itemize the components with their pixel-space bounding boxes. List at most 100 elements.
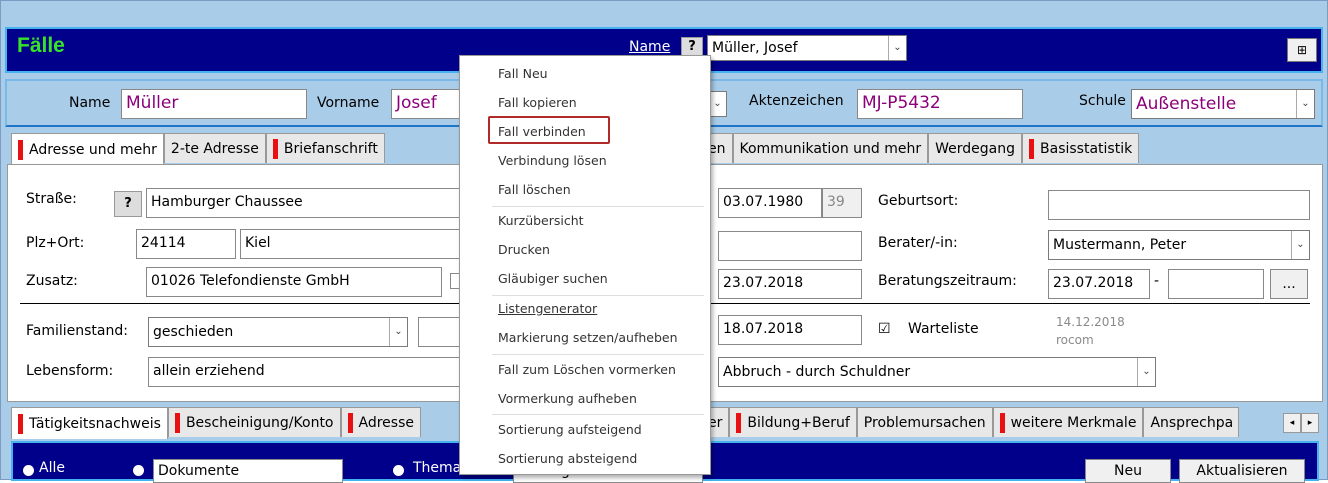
tab-label: Werdegang [935, 140, 1016, 157]
filter-schule-select[interactable]: Außenstelle ⌄ [1131, 89, 1315, 119]
beratungszeitraum-label: Beratungszeitraum: [878, 273, 1017, 289]
strasse-label: Straße: [26, 191, 77, 207]
menu-separator [492, 206, 704, 207]
tab-adresse-und-mehr[interactable]: Adresse und mehr [11, 133, 164, 165]
beratungszeitraum-to-field[interactable] [1168, 269, 1264, 299]
tab-bescheinigung-konto[interactable]: Bescheinigung/Konto [167, 407, 341, 437]
geburtsort-field[interactable] [1048, 190, 1310, 220]
abbruch-select[interactable]: Abbruch - durch Schuldner ⌄ [718, 357, 1156, 387]
header-name-select[interactable]: Müller, Josef ⌄ [707, 35, 907, 61]
radio-alle[interactable] [23, 465, 34, 476]
filter-name-field[interactable]: Müller [121, 89, 307, 119]
highlight-box [488, 116, 610, 144]
menu-item-glaeubiger-suchen[interactable]: Gläubiger suchen [498, 271, 608, 286]
app-window: Fälle Name ? Müller, Josef ⌄ ⊞ Name Müll… [0, 0, 1328, 483]
plz-field[interactable]: 24114 [136, 229, 236, 259]
abbruch-value: Abbruch - durch Schuldner [723, 364, 911, 380]
empty-field[interactable] [718, 231, 862, 261]
tab-label: Kommunikation und mehr [739, 140, 922, 157]
familienstand-select[interactable]: geschieden ⌄ [148, 317, 408, 347]
filter-vorname-dropdown[interactable]: ⌄ [709, 91, 727, 117]
tab-label: Ansprechpa [1150, 414, 1234, 431]
tab-label: weitere Merkmale [1010, 414, 1137, 431]
bottom-tabs-right: er Bildung+Beruf Problemursachen weitere… [701, 407, 1240, 439]
datum-field[interactable]: 23.07.2018 [718, 269, 862, 299]
lebensform-field[interactable]: allein erziehend [148, 357, 466, 387]
scroll-right-icon[interactable]: ▸ [1301, 413, 1319, 433]
tab-problemursachen[interactable]: Problemursachen [856, 407, 993, 437]
chevron-down-icon[interactable]: ⌄ [1137, 358, 1155, 386]
menu-item-fall-loeschen[interactable]: Fall löschen [498, 182, 571, 197]
aktualisieren-button[interactable]: Aktualisieren [1179, 459, 1305, 483]
menu-item-vormerkung-aufheben[interactable]: Vormerkung aufheben [498, 391, 637, 406]
tab-bildung-beruf[interactable]: Bildung+Beruf [729, 407, 857, 437]
menu-item-sortierung-aufsteigend[interactable]: Sortierung aufsteigend [498, 422, 642, 437]
dokumente-select[interactable]: Dokumente [153, 459, 343, 483]
tab-taetigkeitsnachweis[interactable]: Tätigkeitsnachweis [11, 407, 168, 439]
tab-label: Bescheinigung/Konto [185, 414, 334, 431]
berater-label: Berater/-in: [878, 235, 958, 251]
header-name-label: Name [629, 39, 671, 55]
tab-marker [18, 413, 23, 434]
chevron-down-icon[interactable]: ⌄ [888, 36, 906, 60]
filter-aktenzeichen-label: Aktenzeichen [749, 93, 844, 109]
ellipsis-button[interactable]: ... [1270, 269, 1308, 299]
geburtsdatum-field[interactable]: 03.07.1980 [718, 188, 822, 218]
strasse-help-button[interactable]: ? [114, 191, 142, 217]
plz-label: Plz+Ort: [26, 235, 85, 251]
tab-marker [174, 412, 180, 433]
zusatz-field[interactable]: 01026 Telefondienste GmbH [146, 267, 442, 297]
menu-item-verbindung-loesen[interactable]: Verbindung lösen [498, 153, 607, 168]
menu-separator [492, 354, 704, 355]
menu-item-fall-kopieren[interactable]: Fall kopieren [498, 95, 577, 110]
network-icon[interactable]: ⊞ [1287, 38, 1317, 62]
top-tabs-right: en Kommunikation und mehr Werdegang Basi… [701, 133, 1140, 163]
tab-label: Tätigkeitsnachweis [29, 415, 161, 432]
scroll-left-icon[interactable]: ◂ [1283, 413, 1301, 433]
neu-button[interactable]: Neu [1085, 459, 1171, 483]
radio-thema[interactable] [393, 465, 404, 476]
strasse-field[interactable]: Hamburger Chaussee [146, 188, 466, 218]
chevron-down-icon[interactable]: ⌄ [389, 318, 407, 346]
menu-item-markierung[interactable]: Markierung setzen/aufheben [498, 330, 678, 345]
familienstand-value: geschieden [153, 324, 234, 340]
chevron-down-icon[interactable]: ⌄ [1296, 90, 1314, 118]
menu-item-loeschen-vormerken[interactable]: Fall zum Löschen vormerken [498, 362, 676, 377]
menu-item-listengenerator[interactable]: Listengenerator [498, 301, 597, 316]
context-menu: Fall Neu Fall kopieren Fall verbinden Ve… [459, 55, 711, 475]
ort-field[interactable]: Kiel [240, 229, 466, 259]
tab-marker [347, 412, 353, 433]
tab-label: Basisstatistik [1040, 140, 1133, 157]
berater-select[interactable]: Mustermann, Peter ⌄ [1048, 230, 1310, 260]
tab-label: 2-te Adresse [170, 140, 259, 157]
filter-vorname-field[interactable]: Josef [391, 89, 465, 119]
menu-separator [492, 295, 704, 296]
chevron-down-icon[interactable]: ⌄ [710, 92, 726, 116]
top-tabs-left: Adresse und mehr 2-te Adresse Briefansch… [11, 133, 385, 165]
tab-ansprechpartner[interactable]: Ansprechpa [1143, 407, 1240, 437]
filter-aktenzeichen-field[interactable]: MJ-P5432 [857, 89, 1023, 119]
tab-weitere-merkmale[interactable]: weitere Merkmale [992, 407, 1144, 437]
radio-dokumente[interactable] [133, 465, 144, 476]
lebensform-label: Lebensform: [26, 363, 114, 379]
stamp-user: rocom [1056, 333, 1094, 347]
tab-2te-adresse[interactable]: 2-te Adresse [163, 133, 266, 163]
menu-item-fall-neu[interactable]: Fall Neu [498, 66, 548, 81]
tab-briefanschrift[interactable]: Briefanschrift [265, 133, 385, 163]
tab-label: Adresse [358, 414, 414, 431]
tab-kommunikation[interactable]: Kommunikation und mehr [732, 133, 929, 163]
header-help-button[interactable]: ? [681, 37, 703, 57]
filter-schule-label: Schule [1079, 93, 1126, 109]
tab-basisstatistik[interactable]: Basisstatistik [1022, 133, 1140, 163]
tab-marker [999, 412, 1005, 433]
tab-scroll-buttons: ◂ ▸ [1283, 413, 1319, 433]
menu-item-sortierung-absteigend[interactable]: Sortierung absteigend [498, 451, 637, 466]
menu-item-drucken[interactable]: Drucken [498, 242, 550, 257]
beratungszeitraum-from-field[interactable]: 23.07.2018 [1048, 269, 1150, 299]
tab-adresse[interactable]: Adresse [340, 407, 421, 437]
tab-werdegang[interactable]: Werdegang [928, 133, 1023, 163]
chevron-down-icon[interactable]: ⌄ [1291, 231, 1309, 259]
menu-item-kurzuebersicht[interactable]: Kurzübersicht [498, 213, 584, 228]
datum2-field[interactable]: 18.07.2018 [718, 315, 862, 345]
warteliste-checkbox[interactable]: ☑ [878, 321, 891, 337]
